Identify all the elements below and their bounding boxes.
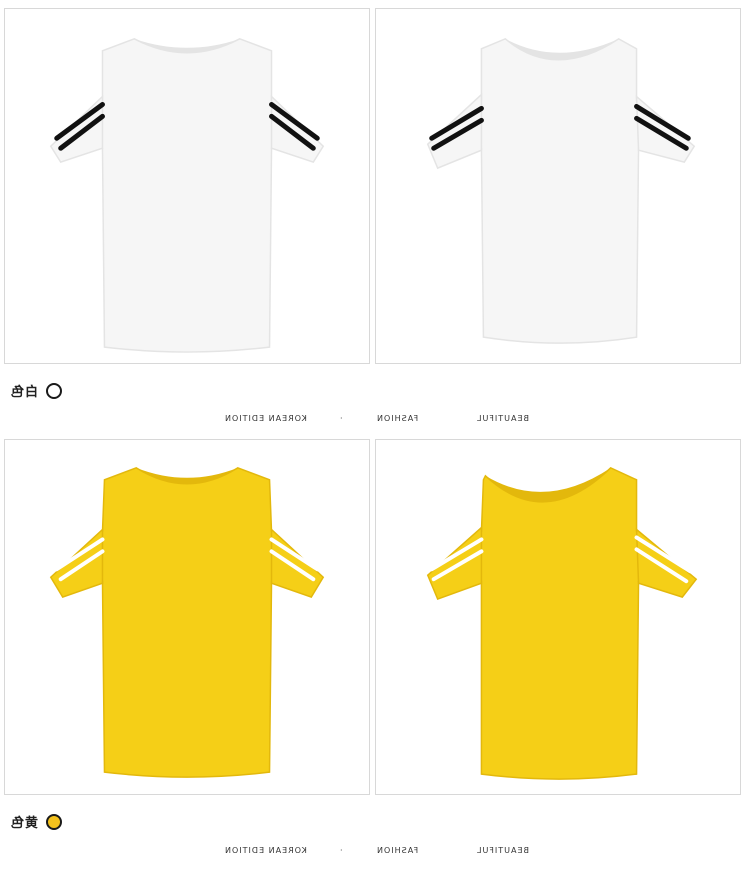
- tshirt-image: [49, 38, 325, 353]
- tshirt-image: [426, 37, 696, 344]
- color-name: 白色: [10, 385, 39, 400]
- color-label-white: 白色: [10, 381, 63, 400]
- tagline: KOREAN EDITION · FASHION BEAUTIFUL: [0, 846, 744, 860]
- tagline-fashion: FASHION: [376, 414, 419, 423]
- tagline: KOREAN EDITION · FASHION BEAUTIFUL: [0, 414, 744, 428]
- color-swatch-yellow: [46, 813, 63, 830]
- tagline-separator: ·: [340, 846, 344, 855]
- color-swatch-white: [46, 382, 63, 399]
- product-photo-yellow-angle: [375, 439, 741, 795]
- color-label-yellow: 黄色: [10, 812, 63, 831]
- tagline-korean-edition: KOREAN EDITION: [224, 846, 307, 855]
- product-photo-yellow-front: [4, 439, 370, 795]
- product-photo-white-front: [4, 8, 370, 364]
- tagline-beautiful: BEAUTIFUL: [476, 846, 530, 855]
- tshirt-image: [426, 466, 698, 780]
- tagline-fashion: FASHION: [376, 846, 419, 855]
- color-name: 黄色: [10, 816, 39, 831]
- tagline-separator: ·: [340, 414, 344, 423]
- tagline-korean-edition: KOREAN EDITION: [224, 414, 307, 423]
- product-photo-white-angle: [375, 8, 741, 364]
- tshirt-image: [49, 467, 325, 778]
- tagline-beautiful: BEAUTIFUL: [476, 414, 530, 423]
